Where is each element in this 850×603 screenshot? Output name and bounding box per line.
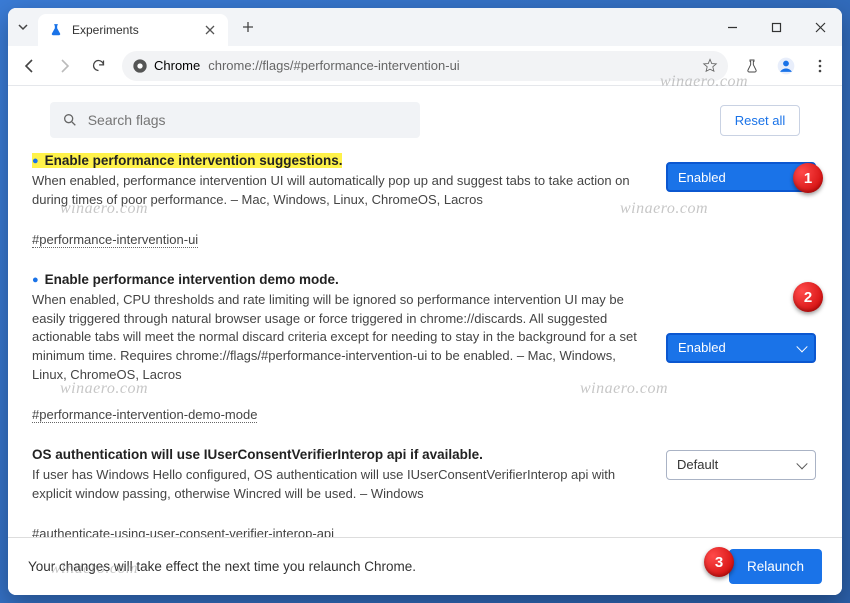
active-tab[interactable]: Experiments [38, 14, 228, 46]
close-window-button[interactable] [798, 8, 842, 46]
search-flags-box[interactable] [50, 102, 420, 138]
forward-button[interactable] [48, 50, 80, 82]
profile-avatar[interactable] [770, 50, 802, 82]
flag-row: OS authentication will use IUserConsentV… [32, 446, 818, 543]
menu-icon[interactable] [804, 50, 836, 82]
address-bar[interactable]: Chrome chrome://flags/#performance-inter… [122, 51, 728, 81]
minimize-button[interactable] [710, 8, 754, 46]
flag-description: If user has Windows Hello configured, OS… [32, 466, 650, 504]
flag-title: OS authentication will use IUserConsentV… [32, 447, 483, 462]
annotation-badge-1: 1 [793, 163, 823, 193]
reset-all-button[interactable]: Reset all [720, 105, 801, 136]
window-controls [710, 8, 842, 46]
tab-title: Experiments [72, 23, 194, 37]
flag-hash-link[interactable]: #performance-intervention-ui [32, 232, 198, 248]
tabs-dropdown-icon[interactable] [8, 21, 38, 33]
titlebar: Experiments [8, 8, 842, 46]
flag-row: Enable performance intervention demo mod… [32, 271, 818, 424]
flag-title: Enable performance intervention demo mod… [32, 272, 339, 287]
flag-description: When enabled, CPU thresholds and rate li… [32, 291, 650, 385]
search-input[interactable] [88, 112, 408, 128]
url-text: chrome://flags/#performance-intervention… [208, 58, 694, 73]
site-identity: Chrome [132, 58, 200, 74]
flag-description: When enabled, performance intervention U… [32, 172, 650, 210]
flag-row: Enable performance intervention suggesti… [32, 152, 818, 249]
search-icon [62, 112, 78, 128]
flask-icon [48, 22, 64, 38]
maximize-button[interactable] [754, 8, 798, 46]
flag-state-select[interactable]: Enabled [666, 333, 816, 363]
flag-hash-link[interactable]: #performance-intervention-demo-mode [32, 407, 257, 423]
annotation-badge-2: 2 [793, 282, 823, 312]
close-tab-icon[interactable] [202, 22, 218, 38]
flag-title: Enable performance intervention suggesti… [32, 153, 342, 168]
annotation-badge-3: 3 [704, 547, 734, 577]
toolbar: Chrome chrome://flags/#performance-inter… [8, 46, 842, 86]
reload-button[interactable] [82, 50, 114, 82]
relaunch-button[interactable]: Relaunch [729, 549, 822, 584]
new-tab-button[interactable] [234, 13, 262, 41]
bookmark-star-icon[interactable] [702, 58, 718, 74]
browser-window: Experiments Chrome chrome://flags/#perfo… [8, 8, 842, 595]
labs-icon[interactable] [736, 50, 768, 82]
page-content: Reset all Enable performance interventio… [8, 86, 842, 595]
chrome-label: Chrome [154, 58, 200, 73]
flag-state-select[interactable]: Default [666, 450, 816, 480]
back-button[interactable] [14, 50, 46, 82]
footer-message: Your changes will take effect the next t… [28, 559, 416, 574]
chrome-logo-icon [132, 58, 148, 74]
